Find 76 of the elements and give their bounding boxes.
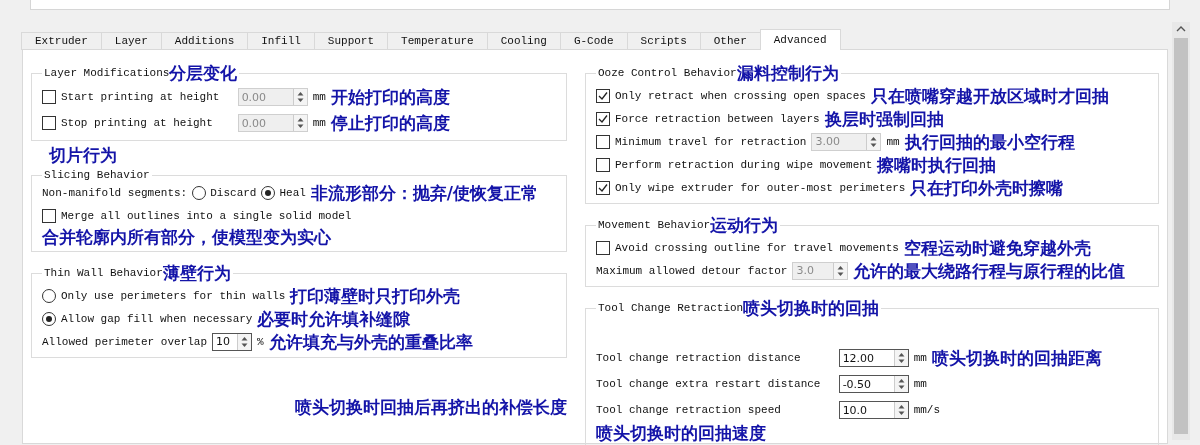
- option-label: Only use perimeters for thin walls: [61, 289, 286, 302]
- annotation: 运动行为: [710, 214, 779, 236]
- option-label: Only wipe extruder for outer-most perimeters: [615, 181, 906, 194]
- unit-label: mm: [312, 91, 326, 103]
- annotation: 停止打印的高度: [330, 112, 450, 134]
- annotation: 喷头切换时的回抽: [743, 297, 880, 319]
- group-title: Ooze Control Behavior: [598, 67, 737, 79]
- check-icon: [598, 90, 608, 101]
- group-title: Slicing Behavior: [44, 169, 150, 181]
- option-label: Perform retraction during wipe movement: [615, 158, 873, 171]
- number-spinbox[interactable]: 10.0: [838, 401, 909, 419]
- radio-button[interactable]: [192, 185, 207, 200]
- option-label: Allow gap fill when necessary: [61, 312, 253, 325]
- option-label: Non-manifold segments:: [42, 186, 188, 199]
- annotation: 换层时强制回抽: [824, 107, 944, 130]
- annotation: 喷头切换时回抽后再挤出的补偿长度: [295, 396, 567, 418]
- checkbox[interactable]: [596, 157, 610, 172]
- group-title: Thin Wall Behavior: [44, 267, 163, 279]
- group-title: Movement Behavior: [598, 219, 711, 231]
- field-label: Tool change retraction speed: [596, 404, 782, 416]
- option-label: Stop printing at height: [61, 117, 214, 129]
- annotation: 开始打印的高度: [330, 86, 450, 108]
- annotation: 允许填充与外壳的重叠比率: [268, 330, 473, 353]
- option-label: Only retract when crossing open spaces: [615, 89, 866, 102]
- scrollbar[interactable]: [1172, 22, 1190, 440]
- radio-button[interactable]: [42, 288, 56, 303]
- option-label: Start printing at height: [61, 91, 221, 103]
- field-label: Allowed perimeter overlap: [42, 335, 208, 348]
- group-title: Tool Change Retraction: [598, 302, 744, 314]
- annotation: 空程运动时避免穿越外壳: [903, 236, 1091, 259]
- group-title: Layer Modifications: [44, 67, 170, 79]
- unit-label: mm: [913, 352, 927, 364]
- annotation: 非流形部分：抛弃/使恢复正常: [310, 181, 539, 204]
- annotation: 漏料控制行为: [736, 62, 839, 84]
- annotation: 合并轮廓内所有部分，使模型变为实心: [42, 227, 332, 247]
- annotation: 只在喷嘴穿越开放区域时才回抽: [870, 84, 1109, 107]
- checkbox[interactable]: [596, 180, 610, 195]
- radio-button[interactable]: [42, 311, 56, 326]
- scrollbar-thumb[interactable]: [1174, 38, 1188, 434]
- unit-label: mm: [913, 378, 927, 390]
- number-spinbox[interactable]: 12.00: [838, 349, 909, 367]
- tab[interactable]: Advanced: [759, 29, 841, 50]
- option-label: Avoid crossing outline for travel movements: [615, 241, 899, 254]
- check-icon: [598, 113, 608, 124]
- option-label: Force retraction between layers: [615, 112, 820, 125]
- field-label: Maximum allowed detour factor: [596, 264, 788, 277]
- unit-label: mm/s: [913, 404, 941, 416]
- checkbox[interactable]: [42, 208, 56, 223]
- option-label: Discard: [210, 186, 257, 199]
- unit-label: %: [257, 335, 264, 348]
- checkbox[interactable]: [596, 111, 610, 126]
- option-label: Heal: [279, 186, 306, 199]
- annotation: 擦嘴时执行回抽: [877, 153, 997, 176]
- unit-label: mm: [886, 135, 900, 148]
- annotation: 薄壁行为: [162, 262, 231, 284]
- annotation: 允许的最大绕路行程与原行程的比值: [853, 259, 1126, 282]
- annotation: 必要时允许填补缝隙: [257, 307, 411, 330]
- check-icon: [598, 182, 608, 193]
- annotation: 只在打印外壳时擦嘴: [910, 176, 1064, 199]
- field-label: Tool change extra restart distance: [596, 378, 822, 390]
- field-label: Tool change retraction distance: [596, 352, 802, 364]
- option-label: Merge all outlines into a single solid model: [61, 209, 352, 222]
- radio-button[interactable]: [261, 185, 276, 200]
- annotation: 喷头切换时的回抽速度: [596, 423, 767, 443]
- number-spinbox[interactable]: -0.50: [838, 375, 909, 393]
- checkbox[interactable]: [596, 240, 610, 255]
- annotation: 分层变化: [169, 62, 238, 84]
- annotation: 执行回抽的最小空行程: [904, 130, 1075, 153]
- annotation: 切片行为: [48, 145, 118, 165]
- number-spinbox[interactable]: 10: [212, 332, 253, 351]
- annotation: 喷头切换时的回抽距离: [931, 347, 1102, 369]
- tab[interactable]: Extruder: [21, 32, 102, 50]
- checkbox[interactable]: [596, 88, 610, 103]
- option-label: Minimum travel for retraction: [615, 135, 807, 148]
- annotation: 打印薄壁时只打印外壳: [290, 284, 461, 307]
- unit-label: mm: [312, 117, 326, 129]
